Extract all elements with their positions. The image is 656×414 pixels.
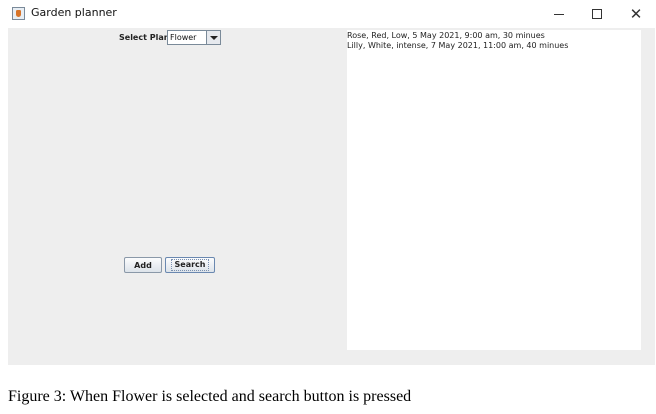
dropdown-arrow-button[interactable]	[206, 31, 220, 44]
results-text-area[interactable]: Rose, Red, Low, 5 May 2021, 9:00 am, 30 …	[347, 30, 641, 350]
minimize-button[interactable]	[540, 0, 578, 28]
add-button[interactable]: Add	[124, 257, 162, 273]
window-title: Garden planner	[31, 6, 117, 19]
chevron-down-icon	[209, 35, 218, 40]
title-bar: Garden planner ✕	[0, 0, 656, 28]
figure-caption: Figure 3: When Flower is selected and se…	[8, 388, 412, 405]
maximize-button[interactable]	[578, 0, 616, 28]
close-icon: ✕	[629, 4, 643, 23]
minimize-icon	[554, 13, 564, 15]
result-line: Rose, Red, Low, 5 May 2021, 9:00 am, 30 …	[347, 31, 545, 40]
java-app-icon	[12, 7, 25, 20]
plant-select[interactable]: Flower	[167, 30, 221, 45]
search-button-label: Search	[170, 259, 210, 271]
result-line: Lilly, White, intense, 7 May 2021, 11:00…	[347, 41, 569, 50]
search-button[interactable]: Search	[165, 257, 215, 273]
select-plant-label: Select Plant	[119, 33, 174, 42]
main-panel: Select Plant Flower Add Search Rose, Red…	[8, 28, 655, 365]
close-button[interactable]: ✕	[617, 0, 655, 28]
plant-select-value: Flower	[170, 33, 197, 42]
maximize-icon	[592, 9, 602, 19]
